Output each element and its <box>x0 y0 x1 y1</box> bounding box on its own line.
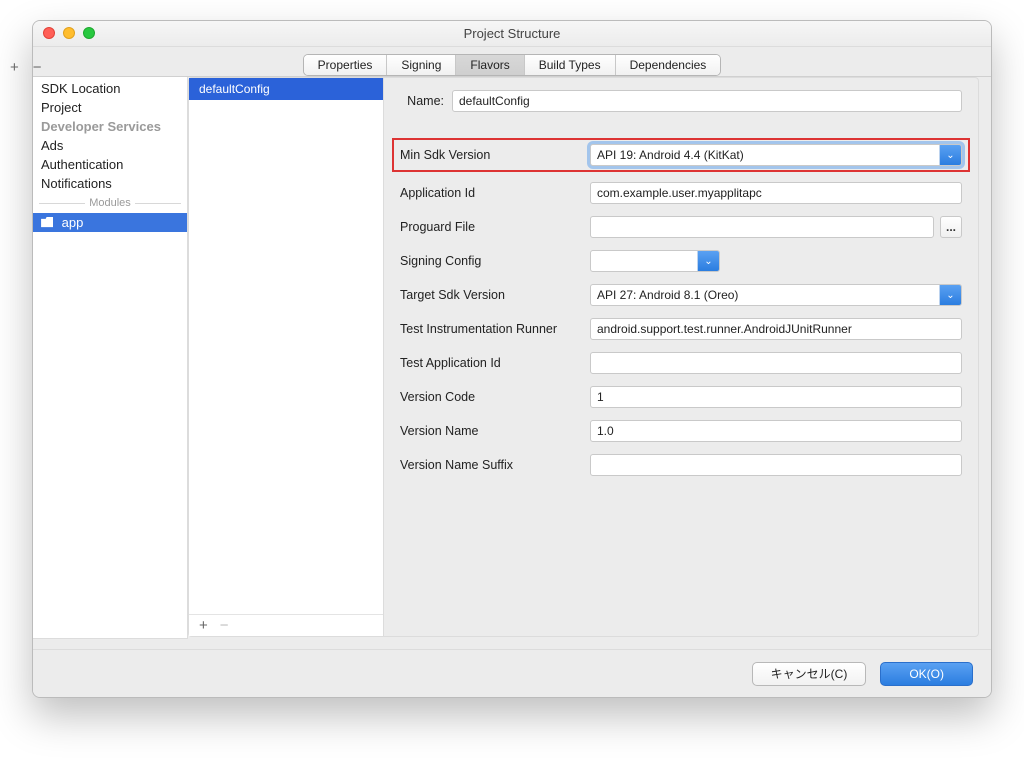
sidebar-item-authentication[interactable]: Authentication <box>33 155 187 174</box>
row-test-app-id: Test Application Id <box>400 350 962 376</box>
min-sdk-combo[interactable]: API 19: Android 4.4 (KitKat) ⌄ <box>590 144 962 166</box>
app-id-field[interactable]: com.example.user.myapplitapc <box>590 182 962 204</box>
row-proguard: Proguard File ... <box>400 214 962 240</box>
row-version-name: Version Name 1.0 <box>400 418 962 444</box>
tab-dependencies[interactable]: Dependencies <box>616 55 721 75</box>
tab-signing[interactable]: Signing <box>387 55 456 75</box>
label-app-id: Application Id <box>400 186 590 200</box>
label-version-code: Version Code <box>400 390 590 404</box>
zoom-icon[interactable] <box>83 27 95 39</box>
proguard-browse-button[interactable]: ... <box>940 216 962 238</box>
row-name: Name: defaultConfig <box>400 88 962 114</box>
tab-flavors[interactable]: Flavors <box>456 55 524 75</box>
dialog-footer: キャンセル(C) OK(O) <box>33 649 991 697</box>
label-min-sdk: Min Sdk Version <box>400 148 590 162</box>
label-test-runner: Test Instrumentation Runner <box>400 322 590 336</box>
row-version-code: Version Code 1 <box>400 384 962 410</box>
row-app-id: Application Id com.example.user.myapplit… <box>400 180 962 206</box>
window-title: Project Structure <box>33 21 991 47</box>
sidebar-item-ads[interactable]: Ads <box>33 136 187 155</box>
chevron-down-icon: ⌄ <box>697 251 719 271</box>
project-structure-window: Project Structure + − Properties Signing… <box>32 20 992 698</box>
target-sdk-value: API 27: Android 8.1 (Oreo) <box>591 285 939 305</box>
row-min-sdk: Min Sdk Version API 19: Android 4.4 (Kit… <box>392 138 970 172</box>
flavor-add-button[interactable]: + <box>199 617 208 634</box>
version-name-field[interactable]: 1.0 <box>590 420 962 442</box>
minimize-icon[interactable] <box>63 27 75 39</box>
close-icon[interactable] <box>43 27 55 39</box>
dialog-body: SDK Location Project Developer Services … <box>33 77 991 649</box>
ok-button[interactable]: OK(O) <box>880 662 973 686</box>
test-app-id-field[interactable] <box>590 352 962 374</box>
sidebar-item-project[interactable]: Project <box>33 98 187 117</box>
flavor-list: defaultConfig + − <box>189 78 384 636</box>
label-version-name: Version Name <box>400 424 590 438</box>
target-sdk-combo[interactable]: API 27: Android 8.1 (Oreo) ⌄ <box>590 284 962 306</box>
flavors-panel: defaultConfig + − Name: defaultConfig Mi… <box>188 77 979 637</box>
row-version-suffix: Version Name Suffix <box>400 452 962 478</box>
label-signing-config: Signing Config <box>400 254 590 268</box>
label-proguard: Proguard File <box>400 220 590 234</box>
row-test-runner: Test Instrumentation Runner android.supp… <box>400 316 962 342</box>
sidebar-module-label: app <box>62 215 84 230</box>
flavor-remove-button[interactable]: − <box>220 617 229 634</box>
label-version-suffix: Version Name Suffix <box>400 458 590 472</box>
sidebar-modules-divider: Modules <box>33 197 187 209</box>
signing-config-value <box>591 251 697 271</box>
test-runner-field[interactable]: android.support.test.runner.AndroidJUnit… <box>590 318 962 340</box>
version-suffix-field[interactable] <box>590 454 962 476</box>
titlebar: Project Structure <box>33 21 991 47</box>
sidebar-remove-button[interactable]: − <box>33 59 42 76</box>
tab-segmented-control: Properties Signing Flavors Build Types D… <box>303 54 722 76</box>
right-area: defaultConfig + − Name: defaultConfig Mi… <box>188 77 991 649</box>
traffic-lights <box>43 27 95 39</box>
flavor-list-tools: + − <box>189 614 383 636</box>
signing-config-combo[interactable]: ⌄ <box>590 250 720 272</box>
flavor-list-items: defaultConfig <box>189 78 383 614</box>
row-target-sdk: Target Sdk Version API 27: Android 8.1 (… <box>400 282 962 308</box>
sidebar-header-developer-services: Developer Services <box>33 117 187 136</box>
chevron-down-icon: ⌄ <box>939 285 961 305</box>
label-test-app-id: Test Application Id <box>400 356 590 370</box>
sidebar-tree: SDK Location Project Developer Services … <box>33 77 187 638</box>
flavor-form: Name: defaultConfig Min Sdk Version API … <box>384 78 978 636</box>
tab-build-types[interactable]: Build Types <box>525 55 616 75</box>
version-code-field[interactable]: 1 <box>590 386 962 408</box>
flavor-item-defaultconfig[interactable]: defaultConfig <box>189 78 383 100</box>
folder-icon <box>41 217 54 228</box>
tab-properties[interactable]: Properties <box>304 55 388 75</box>
row-signing-config: Signing Config ⌄ <box>400 248 962 274</box>
chevron-down-icon: ⌄ <box>939 145 961 165</box>
name-field[interactable]: defaultConfig <box>452 90 962 112</box>
sidebar-item-notifications[interactable]: Notifications <box>33 174 187 193</box>
sidebar: SDK Location Project Developer Services … <box>33 77 188 639</box>
min-sdk-value: API 19: Android 4.4 (KitKat) <box>591 145 939 165</box>
sidebar-module-app[interactable]: app <box>33 213 187 232</box>
label-name: Name: <box>400 94 452 108</box>
tab-bar: + − Properties Signing Flavors Build Typ… <box>33 47 991 77</box>
sidebar-item-sdk-location[interactable]: SDK Location <box>33 79 187 98</box>
label-target-sdk: Target Sdk Version <box>400 288 590 302</box>
proguard-field[interactable] <box>590 216 934 238</box>
cancel-button[interactable]: キャンセル(C) <box>752 662 867 686</box>
